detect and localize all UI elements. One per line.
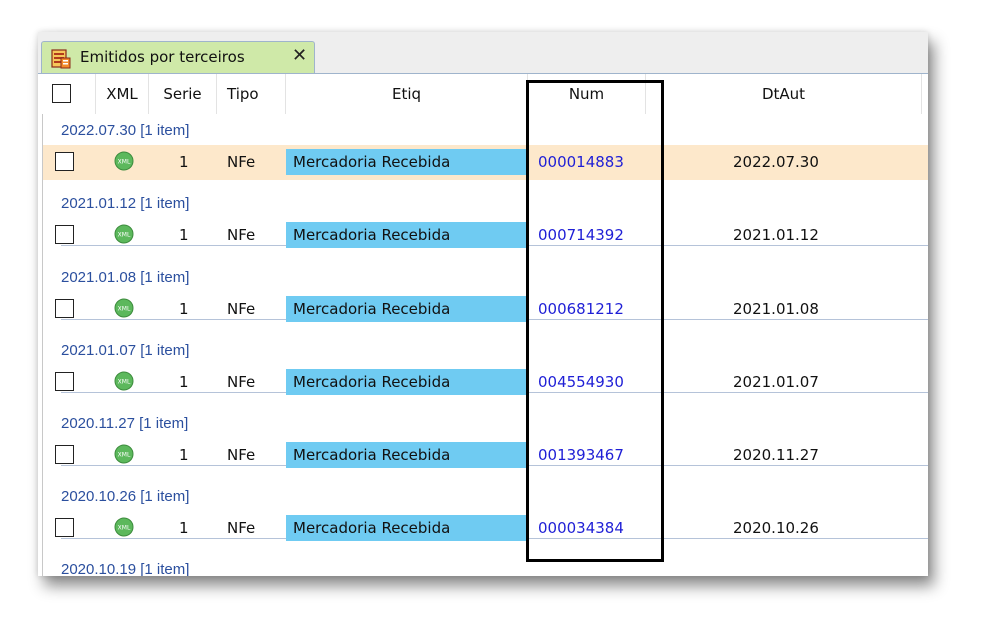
cell-serie: 1 bbox=[179, 226, 189, 244]
cell-num-link[interactable]: 000681212 bbox=[538, 300, 624, 318]
cell-etiq: Mercadoria Recebida bbox=[286, 442, 526, 468]
group-header[interactable]: 2021.01.08 [1 item] bbox=[61, 269, 196, 286]
cell-tipo: NFe bbox=[227, 300, 256, 318]
xml-badge-icon: XML bbox=[114, 224, 134, 244]
xml-badge-icon: XML bbox=[114, 371, 134, 391]
svg-text:XML: XML bbox=[118, 232, 131, 239]
row-checkbox[interactable] bbox=[55, 152, 74, 171]
row-checkbox[interactable] bbox=[55, 518, 74, 537]
cell-etiq: Mercadoria Recebida bbox=[286, 222, 526, 248]
cell-dtaut: 2021.01.07 bbox=[733, 373, 819, 391]
row-checkbox[interactable] bbox=[55, 372, 74, 391]
cell-tipo: NFe bbox=[227, 373, 256, 391]
xml-badge-icon: XML bbox=[114, 151, 134, 171]
group-header[interactable]: 2020.11.27 [1 item] bbox=[61, 415, 195, 432]
header-dtaut[interactable]: DtAut bbox=[646, 74, 922, 114]
window-screenshot: Emitidos por terceiros ✕ XML Serie Tipo … bbox=[38, 32, 928, 576]
row-checkbox[interactable] bbox=[55, 299, 74, 318]
cell-etiq: Mercadoria Recebida bbox=[286, 369, 526, 395]
tab-label: Emitidos por terceiros bbox=[80, 48, 245, 66]
table-row[interactable]: XML 1 NFe Mercadoria Recebida 000681212 … bbox=[43, 292, 928, 327]
svg-text:XML: XML bbox=[118, 452, 131, 459]
cell-num-link[interactable]: 001393467 bbox=[538, 446, 624, 464]
group-header[interactable]: 2022.07.30 [1 item] bbox=[61, 122, 196, 139]
header-select-cell bbox=[43, 74, 96, 114]
cell-dtaut: 2021.01.08 bbox=[733, 300, 819, 318]
svg-text:XML: XML bbox=[118, 159, 131, 166]
header-tipo[interactable]: Tipo bbox=[217, 74, 286, 114]
xml-badge-icon: XML bbox=[114, 298, 134, 318]
xml-badge-icon: XML bbox=[114, 444, 134, 464]
group-header[interactable]: 2020.10.26 [1 item] bbox=[61, 488, 196, 505]
cell-num-link[interactable]: 000034384 bbox=[538, 519, 624, 537]
data-grid: XML Serie Tipo Etiq Num DtAut 2022.07.30… bbox=[38, 74, 928, 576]
grid-doc-icon bbox=[51, 49, 71, 69]
cell-dtaut: 2020.10.26 bbox=[733, 519, 819, 537]
header-xml[interactable]: XML bbox=[96, 74, 149, 114]
close-icon[interactable]: ✕ bbox=[292, 45, 307, 66]
cell-etiq: Mercadoria Recebida bbox=[286, 149, 526, 175]
header-etiq[interactable]: Etiq bbox=[286, 74, 528, 114]
group-header[interactable]: 2020.10.19 [1 item] bbox=[61, 561, 196, 576]
header-num[interactable]: Num bbox=[528, 74, 646, 114]
group-header[interactable]: 2021.01.07 [1 item] bbox=[61, 342, 196, 359]
cell-tipo: NFe bbox=[227, 446, 256, 464]
cell-serie: 1 bbox=[179, 519, 189, 537]
table-row[interactable]: XML 1 NFe Mercadoria Recebida 001393467 … bbox=[43, 438, 928, 473]
cell-dtaut: 2022.07.30 bbox=[733, 153, 819, 171]
cell-etiq: Mercadoria Recebida bbox=[286, 515, 526, 541]
table-row[interactable]: XML 1 NFe Mercadoria Recebida 000014883 … bbox=[43, 145, 928, 180]
svg-text:XML: XML bbox=[118, 525, 131, 532]
table-row[interactable]: XML 1 NFe Mercadoria Recebida 004554930 … bbox=[43, 365, 928, 400]
group-header[interactable]: 2021.01.12 [1 item] bbox=[61, 195, 196, 212]
cell-num-link[interactable]: 004554930 bbox=[538, 373, 624, 391]
cell-tipo: NFe bbox=[227, 519, 256, 537]
cell-num-link[interactable]: 000014883 bbox=[538, 153, 624, 171]
table-row[interactable]: XML 1 NFe Mercadoria Recebida 000714392 … bbox=[43, 218, 928, 253]
cell-serie: 1 bbox=[179, 373, 189, 391]
svg-text:XML: XML bbox=[118, 306, 131, 313]
row-checkbox[interactable] bbox=[55, 225, 74, 244]
select-all-checkbox[interactable] bbox=[52, 84, 71, 103]
cell-tipo: NFe bbox=[227, 226, 256, 244]
cell-etiq: Mercadoria Recebida bbox=[286, 296, 526, 322]
tab-emitidos-por-terceiros[interactable]: Emitidos por terceiros ✕ bbox=[41, 41, 315, 74]
cell-serie: 1 bbox=[179, 300, 189, 318]
cell-tipo: NFe bbox=[227, 153, 256, 171]
grid-header: XML Serie Tipo Etiq Num DtAut bbox=[38, 74, 928, 114]
cell-num-link[interactable]: 000714392 bbox=[538, 226, 624, 244]
cell-serie: 1 bbox=[179, 153, 189, 171]
xml-badge-icon: XML bbox=[114, 517, 134, 537]
tab-strip: Emitidos por terceiros ✕ bbox=[38, 32, 928, 74]
svg-text:XML: XML bbox=[118, 379, 131, 386]
header-serie[interactable]: Serie bbox=[149, 74, 217, 114]
cell-dtaut: 2021.01.12 bbox=[733, 226, 819, 244]
row-checkbox[interactable] bbox=[55, 445, 74, 464]
table-row[interactable]: XML 1 NFe Mercadoria Recebida 000034384 … bbox=[43, 511, 928, 546]
cell-dtaut: 2020.11.27 bbox=[733, 446, 819, 464]
cell-serie: 1 bbox=[179, 446, 189, 464]
